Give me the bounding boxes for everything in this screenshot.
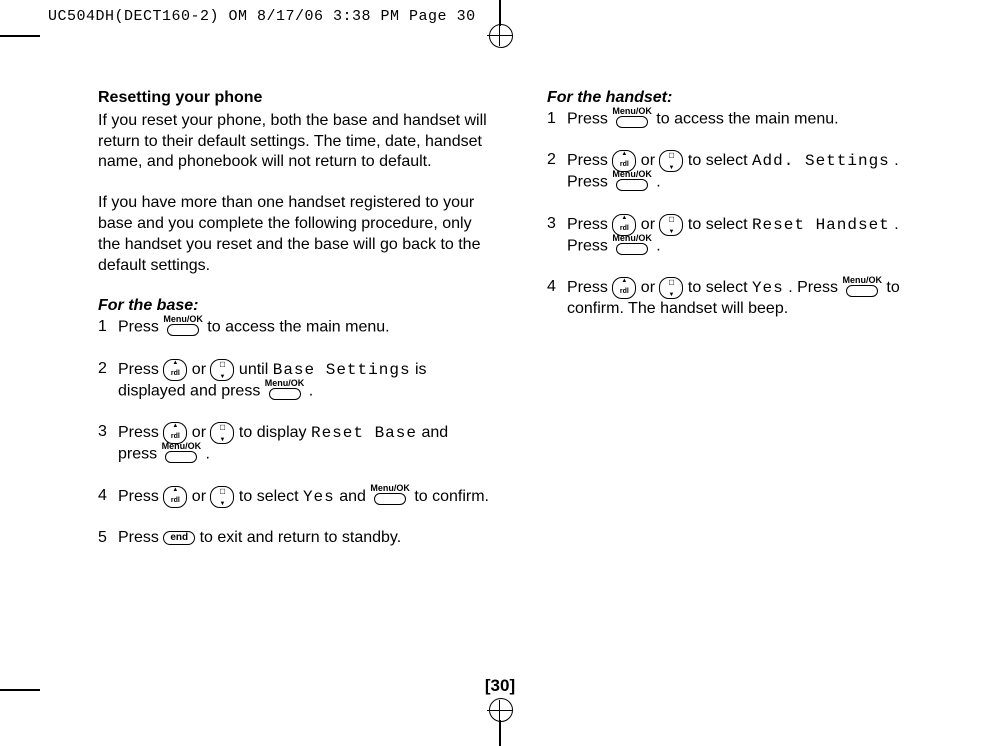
step-text: Press or until Base Settings is displaye…	[118, 359, 491, 403]
end-icon: end	[163, 531, 195, 545]
menu-label-reset-handset: Reset Handset	[752, 216, 890, 234]
step-number: 1	[98, 317, 118, 339]
handset-step-2: 2 Press or to select Add. Settings . Pre…	[547, 150, 940, 194]
base-step-4: 4 Press or to select Yes and Menu/OK to …	[98, 486, 491, 508]
crop-mark-bottom-icon	[487, 698, 513, 746]
step-text: Press or to display Reset Base and press…	[118, 422, 491, 466]
intro-paragraph-1: If you reset your phone, both the base a…	[98, 111, 491, 173]
nav-up-icon	[612, 277, 636, 299]
step-text: Press Menu/OK to access the main menu.	[567, 109, 940, 131]
menu-label-base-settings: Base Settings	[273, 361, 411, 379]
step-number: 5	[98, 528, 118, 549]
nav-down-icon	[659, 150, 683, 172]
menu-ok-icon: Menu/OK	[163, 315, 203, 336]
step-number: 1	[547, 109, 567, 131]
right-column: For the handset: 1 Press Menu/OK to acce…	[547, 88, 940, 666]
menu-ok-icon: Menu/OK	[842, 276, 882, 297]
menu-ok-icon: Menu/OK	[162, 442, 202, 463]
menu-ok-icon: Menu/OK	[612, 107, 652, 128]
step-number: 4	[547, 277, 567, 320]
step-text: Press Menu/OK to access the main menu.	[118, 317, 491, 339]
handset-subheading: For the handset:	[547, 88, 940, 109]
base-subheading: For the base:	[98, 296, 491, 317]
menu-label-add-settings: Add. Settings	[752, 153, 890, 171]
nav-down-icon	[659, 214, 683, 236]
menu-ok-icon: Menu/OK	[265, 379, 305, 400]
base-step-1: 1 Press Menu/OK to access the main menu.	[98, 317, 491, 339]
crop-mark-top-icon	[487, 0, 513, 48]
menu-ok-icon: Menu/OK	[612, 170, 652, 191]
step-text: Press or to select Add. Settings . Press…	[567, 150, 940, 194]
step-text: Press or to select Yes and Menu/OK to co…	[118, 486, 491, 508]
handset-step-4: 4 Press or to select Yes . Press Menu/OK…	[547, 277, 940, 320]
left-column: Resetting your phone If you reset your p…	[98, 88, 491, 666]
base-step-3: 3 Press or to display Reset Base and pre…	[98, 422, 491, 466]
menu-label-yes: Yes	[303, 488, 335, 506]
menu-label-yes: Yes	[752, 280, 784, 298]
page: UC504DH(DECT160-2) OM 8/17/06 3:38 PM Pa…	[0, 0, 1000, 746]
menu-label-reset-base: Reset Base	[311, 425, 417, 443]
step-number: 3	[547, 214, 567, 258]
menu-ok-icon: Menu/OK	[370, 484, 410, 505]
step-number: 2	[547, 150, 567, 194]
nav-down-icon	[210, 359, 234, 381]
nav-up-icon	[163, 359, 187, 381]
step-number: 2	[98, 359, 118, 403]
nav-down-icon	[210, 486, 234, 508]
nav-down-icon	[210, 422, 234, 444]
step-text: Press end to exit and return to standby.	[118, 528, 491, 549]
crop-mark-left-top-icon	[0, 35, 40, 37]
handset-step-3: 3 Press or to select Reset Handset . Pre…	[547, 214, 940, 258]
step-text: Press or to select Reset Handset . Press…	[567, 214, 940, 258]
section-title: Resetting your phone	[98, 88, 491, 109]
nav-down-icon	[659, 277, 683, 299]
step-text: Press or to select Yes . Press Menu/OK t…	[567, 277, 940, 320]
content-area: Resetting your phone If you reset your p…	[98, 88, 940, 666]
nav-up-icon	[163, 486, 187, 508]
base-step-5: 5 Press end to exit and return to standb…	[98, 528, 491, 549]
page-number: [30]	[0, 676, 1000, 696]
menu-ok-icon: Menu/OK	[612, 234, 652, 255]
intro-paragraph-2: If you have more than one handset regist…	[98, 193, 491, 276]
base-step-2: 2 Press or until Base Settings is displa…	[98, 359, 491, 403]
handset-step-1: 1 Press Menu/OK to access the main menu.	[547, 109, 940, 131]
step-number: 4	[98, 486, 118, 508]
step-number: 3	[98, 422, 118, 466]
pdf-header: UC504DH(DECT160-2) OM 8/17/06 3:38 PM Pa…	[48, 8, 476, 26]
